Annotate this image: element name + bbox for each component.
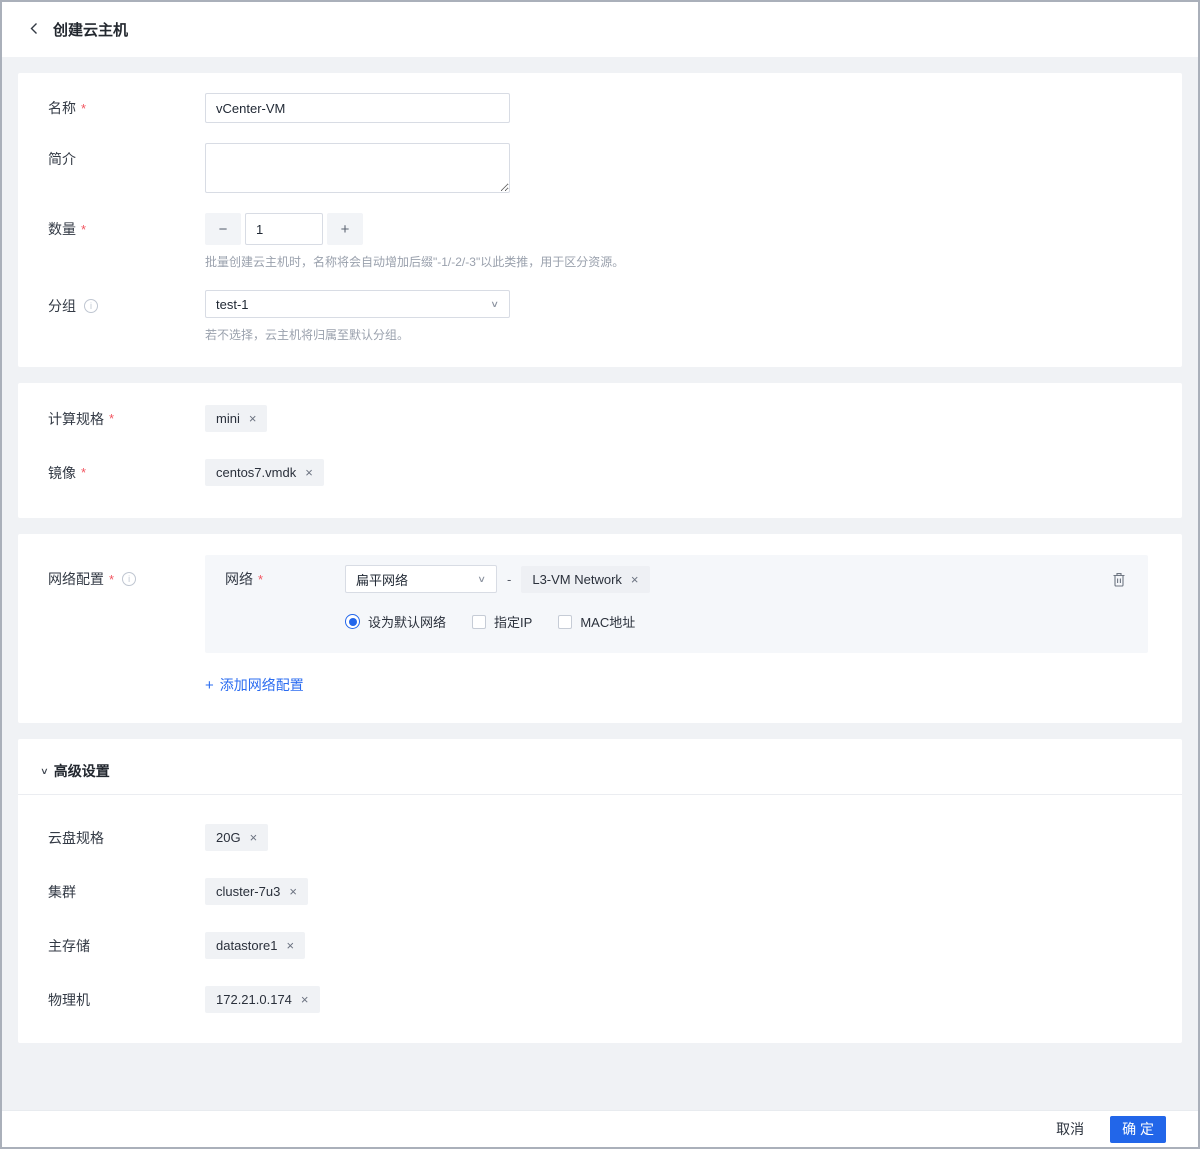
trash-icon <box>1112 575 1126 590</box>
compute-spec-row: 计算规格* mini × <box>18 405 1182 432</box>
image-row: 镜像* centos7.vmdk × <box>18 459 1182 486</box>
network-row: 网络* 扁平网络 ∨ - L3-VM Network × <box>225 565 1128 593</box>
disk-spec-row: 云盘规格 20G × <box>18 824 1182 851</box>
back-button[interactable] <box>28 22 39 38</box>
group-select-value: test-1 <box>216 297 249 312</box>
primary-storage-tag: datastore1 × <box>205 932 305 959</box>
count-control-col: − + 批量创建云主机时，名称将会自动增加后缀"-1/-2/-3"以此类推，用于… <box>205 213 624 270</box>
separator: - <box>507 572 511 587</box>
page-title: 创建云主机 <box>53 19 128 40</box>
network-tag: L3-VM Network × <box>521 566 649 593</box>
cluster-tag: cluster-7u3 × <box>205 878 308 905</box>
intro-textarea[interactable] <box>205 143 510 193</box>
checkbox-off-icon <box>472 615 486 629</box>
advanced-settings-card: ∨ 高级设置 云盘规格 20G × 集群 cluster-7u3 × 主存储 <box>18 739 1182 1043</box>
close-icon[interactable]: × <box>249 412 257 425</box>
network-card: 网络配置* i 网络* 扁平网络 ∨ - L3-VM Network × <box>18 534 1182 723</box>
add-network-config-label: 添加网络配置 <box>220 675 304 695</box>
group-select[interactable]: test-1 ∨ <box>205 290 510 318</box>
form-content: 名称* 简介 数量* − + <box>2 57 1198 1043</box>
advanced-settings-title: 高级设置 <box>54 761 110 781</box>
network-options-row: 设为默认网络 指定IP MAC地址 <box>345 612 1128 631</box>
radio-on-icon <box>345 614 360 629</box>
assign-ip-checkbox[interactable]: 指定IP <box>472 612 532 631</box>
name-row: 名称* <box>18 93 1182 123</box>
physical-host-row: 物理机 172.21.0.174 × <box>18 986 1182 1013</box>
primary-storage-label: 主存储 <box>48 936 205 956</box>
group-row: 分组 i test-1 ∨ 若不选择，云主机将归属至默认分组。 <box>18 290 1182 343</box>
intro-label: 简介 <box>48 143 205 169</box>
physical-host-label: 物理机 <box>48 990 205 1010</box>
cluster-row: 集群 cluster-7u3 × <box>18 878 1182 905</box>
image-label: 镜像* <box>48 463 205 483</box>
plus-icon: + <box>341 221 350 238</box>
chevron-left-icon <box>28 22 39 38</box>
default-network-radio[interactable]: 设为默认网络 <box>345 612 446 631</box>
required-mark: * <box>109 572 114 587</box>
cluster-label: 集群 <box>48 882 205 902</box>
network-type-value: 扁平网络 <box>356 570 408 589</box>
info-icon[interactable]: i <box>122 572 136 586</box>
group-hint: 若不选择，云主机将归属至默认分组。 <box>205 326 510 343</box>
plus-icon: + <box>205 678 214 693</box>
quantity-stepper: − + <box>205 213 624 245</box>
group-control-col: test-1 ∨ 若不选择，云主机将归属至默认分组。 <box>205 290 510 343</box>
close-icon[interactable]: × <box>305 466 313 479</box>
required-mark: * <box>81 465 86 480</box>
page-header: 创建云主机 <box>2 2 1198 57</box>
compute-spec-label: 计算规格* <box>48 409 205 429</box>
disk-spec-label: 云盘规格 <box>48 828 205 848</box>
close-icon[interactable]: × <box>631 573 639 586</box>
assign-ip-label: 指定IP <box>494 612 532 631</box>
footer-bar: 取消 确 定 <box>2 1110 1198 1147</box>
count-row: 数量* − + 批量创建云主机时，名称将会自动增加后缀"-1/-2/-3"以此类… <box>18 213 1182 270</box>
count-label: 数量* <box>48 213 205 239</box>
name-label: 名称* <box>48 98 205 118</box>
network-config-panel: 网络* 扁平网络 ∨ - L3-VM Network × <box>205 555 1148 653</box>
decrement-button[interactable]: − <box>205 213 241 245</box>
add-network-config-link[interactable]: + 添加网络配置 <box>205 675 304 695</box>
primary-storage-row: 主存储 datastore1 × <box>18 932 1182 959</box>
group-label: 分组 i <box>48 290 205 316</box>
delete-network-button[interactable] <box>1112 572 1126 590</box>
chevron-down-icon: ∨ <box>40 766 49 777</box>
image-tag: centos7.vmdk × <box>205 459 324 486</box>
required-mark: * <box>258 572 263 587</box>
close-icon[interactable]: × <box>301 993 309 1006</box>
required-mark: * <box>81 101 86 116</box>
close-icon[interactable]: × <box>289 885 297 898</box>
close-icon[interactable]: × <box>250 831 258 844</box>
info-icon[interactable]: i <box>84 299 98 313</box>
spec-card: 计算规格* mini × 镜像* centos7.vmdk × <box>18 383 1182 518</box>
chevron-down-icon: ∨ <box>490 299 499 310</box>
physical-host-tag: 172.21.0.174 × <box>205 986 320 1013</box>
advanced-settings-toggle[interactable]: ∨ 高级设置 <box>18 753 1182 795</box>
basic-info-card: 名称* 简介 数量* − + <box>18 73 1182 367</box>
compute-spec-tag: mini × <box>205 405 267 432</box>
intro-row: 简介 <box>18 143 1182 193</box>
cancel-button[interactable]: 取消 <box>1056 1119 1084 1139</box>
minus-icon: − <box>219 221 228 238</box>
mac-address-checkbox[interactable]: MAC地址 <box>558 612 635 631</box>
network-config-label: 网络配置* i <box>18 555 205 589</box>
checkbox-off-icon <box>558 615 572 629</box>
quantity-input[interactable] <box>245 213 323 245</box>
network-label: 网络* <box>225 569 345 589</box>
required-mark: * <box>81 222 86 237</box>
increment-button[interactable]: + <box>327 213 363 245</box>
required-mark: * <box>109 411 114 426</box>
default-network-label: 设为默认网络 <box>368 612 446 631</box>
disk-spec-tag: 20G × <box>205 824 268 851</box>
chevron-down-icon: ∨ <box>477 574 486 585</box>
confirm-button[interactable]: 确 定 <box>1110 1116 1166 1143</box>
close-icon[interactable]: × <box>286 939 294 952</box>
name-input[interactable] <box>205 93 510 123</box>
count-hint: 批量创建云主机时，名称将会自动增加后缀"-1/-2/-3"以此类推，用于区分资源… <box>205 253 624 270</box>
mac-address-label: MAC地址 <box>580 612 635 631</box>
network-type-select[interactable]: 扁平网络 ∨ <box>345 565 497 593</box>
